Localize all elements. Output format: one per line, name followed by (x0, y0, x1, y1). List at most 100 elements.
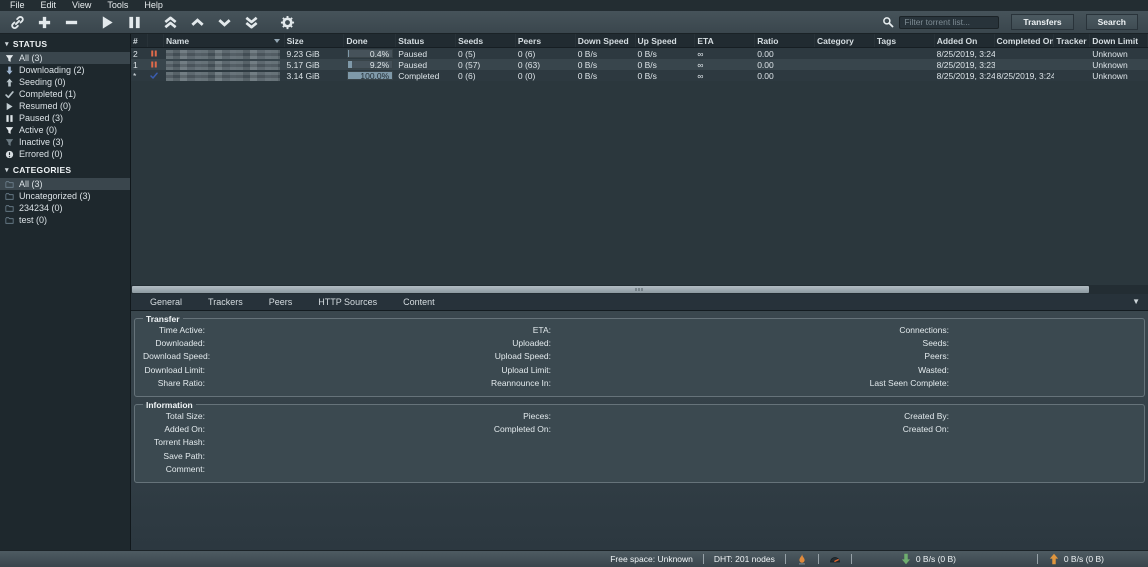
column-header-down-limit[interactable]: Down Limit (1090, 34, 1148, 47)
tab-http-sources[interactable]: HTTP Sources (305, 294, 390, 310)
transfer-group: Transfer Time Active: ETA: Connections: … (134, 314, 1145, 397)
field-label: Total Size: (143, 410, 205, 423)
sidebar-item-inactive[interactable]: Inactive (3) (0, 136, 130, 148)
connection-status-icon[interactable] (796, 553, 808, 565)
field-value (555, 436, 787, 449)
column-header-peers[interactable]: Peers (516, 34, 576, 47)
column-header-added-on[interactable]: Added On (935, 34, 995, 47)
pause-button[interactable] (121, 12, 148, 32)
cell-size: 9.23 GiB (285, 48, 345, 59)
field-label: Download Speed: (143, 350, 205, 363)
menu-file[interactable]: File (2, 0, 33, 11)
cell-completed-on (995, 48, 1055, 59)
funnel-icon (5, 138, 14, 147)
divider (703, 554, 704, 564)
column-header-state[interactable] (148, 34, 164, 47)
column-header-eta[interactable]: ETA (695, 34, 755, 47)
column-header-up-speed[interactable]: Up Speed (636, 34, 696, 47)
column-header-name[interactable]: Name (164, 34, 285, 47)
column-header-done[interactable]: Done (344, 34, 396, 47)
sidebar-item-all-status[interactable]: All (3) (0, 52, 130, 64)
table-row[interactable]: 2 9.23 GiB 0.4% Paused 0 (5) 0 (6) 0 B/s… (131, 48, 1148, 59)
cell-tracker (1054, 70, 1090, 81)
field-label: Completed On: (463, 423, 551, 436)
tab-overflow-dropdown[interactable]: ▼ (1132, 297, 1142, 306)
pause-icon (5, 114, 14, 123)
column-header-status[interactable]: Status (396, 34, 456, 47)
field-value (555, 364, 787, 377)
sidebar-item-test[interactable]: test (0) (0, 214, 130, 226)
column-header-seeds[interactable]: Seeds (456, 34, 516, 47)
menu-view[interactable]: View (64, 0, 99, 11)
redacted-torrent-name (166, 72, 280, 81)
sidebar-item-paused[interactable]: Paused (3) (0, 112, 130, 124)
sidebar-item-uncategorized[interactable]: Uncategorized (3) (0, 190, 130, 202)
table-row[interactable]: 1 5.17 GiB 9.2% Paused 0 (57) 0 (63) 0 B… (131, 59, 1148, 70)
speed-limits-gauge-icon[interactable] (829, 553, 841, 565)
play-icon (5, 102, 14, 111)
general-detail-panel: Transfer Time Active: ETA: Connections: … (131, 311, 1148, 551)
field-label: Last Seen Complete: (791, 377, 949, 390)
scrollbar-thumb[interactable] (132, 286, 1089, 293)
add-torrent-button[interactable] (31, 12, 58, 32)
field-value (555, 423, 787, 436)
queue-bottom-button[interactable] (238, 12, 265, 32)
column-header-number[interactable]: # (131, 34, 148, 47)
field-value (555, 350, 787, 363)
cell-number: * (131, 70, 148, 81)
sidebar-item-downloading[interactable]: Downloading (2) (0, 64, 130, 76)
tab-peers[interactable]: Peers (256, 294, 306, 310)
field-value (555, 410, 787, 423)
cell-category (815, 48, 875, 59)
sidebar-item-errored[interactable]: Errored (0) (0, 148, 130, 160)
table-row[interactable]: * 3.14 GiB 100.0% Completed 0 (6) 0 (0) … (131, 70, 1148, 81)
categories-section-header[interactable]: ▾ CATEGORIES (0, 163, 130, 178)
remove-torrent-button[interactable] (58, 12, 85, 32)
download-speed-indicator[interactable]: 0 B/s (0 B) (862, 553, 1027, 565)
redacted-torrent-name (166, 50, 280, 59)
status-section-header[interactable]: ▾ STATUS (0, 37, 130, 52)
queue-down-button[interactable] (211, 12, 238, 32)
cell-tracker (1054, 48, 1090, 59)
sidebar-item-all-categories[interactable]: All (3) (0, 178, 130, 190)
tab-trackers[interactable]: Trackers (195, 294, 256, 310)
field-label (463, 450, 551, 463)
sidebar-item-active[interactable]: Active (0) (0, 124, 130, 136)
column-header-tracker[interactable]: Tracker (1054, 34, 1090, 47)
filter-torrent-input[interactable] (899, 16, 999, 29)
tab-general[interactable]: General (137, 294, 195, 310)
transfers-tab-button[interactable]: Transfers (1011, 14, 1073, 30)
column-header-completed-on[interactable]: Completed On (995, 34, 1055, 47)
add-torrent-link-button[interactable] (4, 12, 31, 32)
queue-top-button[interactable] (157, 12, 184, 32)
cell-size: 3.14 GiB (285, 70, 345, 81)
horizontal-scrollbar[interactable] (131, 285, 1148, 294)
column-header-size[interactable]: Size (285, 34, 345, 47)
column-header-category[interactable]: Category (815, 34, 875, 47)
sidebar-item-234234[interactable]: 234234 (0) (0, 202, 130, 214)
upload-speed-indicator[interactable]: 0 B/s (0 B) (1048, 553, 1104, 565)
field-value (953, 324, 1136, 337)
search-tab-button[interactable]: Search (1086, 14, 1138, 30)
menu-help[interactable]: Help (136, 0, 171, 11)
dht-nodes-indicator: DHT: 201 nodes (714, 554, 775, 564)
menu-edit[interactable]: Edit (33, 0, 65, 11)
field-label: Download Limit: (143, 364, 205, 377)
cell-down-speed: 0 B/s (576, 70, 636, 81)
chevron-up-icon (190, 15, 205, 30)
menu-tools[interactable]: Tools (99, 0, 136, 11)
splitter-grip[interactable] (635, 288, 644, 291)
tab-content[interactable]: Content (390, 294, 448, 310)
cell-added-on: 8/25/2019, 3:24… (935, 48, 995, 59)
sidebar-item-seeding[interactable]: Seeding (0) (0, 76, 130, 88)
sidebar-item-resumed[interactable]: Resumed (0) (0, 100, 130, 112)
sidebar-item-completed[interactable]: Completed (1) (0, 88, 130, 100)
column-header-tags[interactable]: Tags (875, 34, 935, 47)
field-label: Uploaded: (463, 337, 551, 350)
column-header-down-speed[interactable]: Down Speed (576, 34, 636, 47)
queue-up-button[interactable] (184, 12, 211, 32)
resume-button[interactable] (94, 12, 121, 32)
column-header-ratio[interactable]: Ratio (755, 34, 815, 47)
cell-seeds: 0 (6) (456, 70, 516, 81)
options-button[interactable] (274, 12, 301, 32)
